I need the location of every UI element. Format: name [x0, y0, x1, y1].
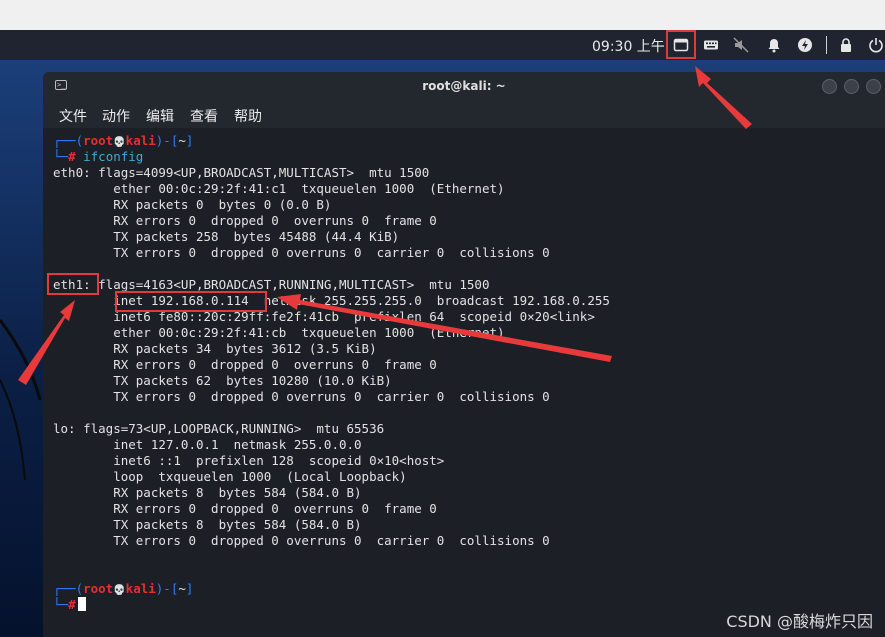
bell-icon[interactable] [764, 35, 784, 55]
menu-bar: 文件 动作 编辑 查看 帮助 [43, 100, 885, 128]
menu-edit[interactable]: 编辑 [146, 106, 174, 126]
output-line: TX errors 0 dropped 0 overruns 0 carrier… [53, 533, 550, 548]
command-line: └─# ifconfig [53, 149, 144, 164]
terminal-window[interactable]: >_ root@kali: ~ 文件 动作 编辑 查看 帮助 ┌──(root💀… [43, 72, 885, 637]
output-line: TX errors 0 dropped 0 overruns 0 carrier… [53, 245, 550, 260]
output-line: RX errors 0 dropped 0 overruns 0 frame 0 [53, 501, 437, 516]
highlight-terminal-icon [666, 30, 696, 59]
output-line: inet6 ::1 prefixlen 128 scopeid 0×10<hos… [53, 453, 445, 468]
output-line: RX packets 8 bytes 584 (584.0 B) [53, 485, 362, 500]
output-line: RX errors 0 dropped 0 overruns 0 frame 0 [53, 213, 437, 228]
output-line: loop txqueuelen 1000 (Local Loopback) [53, 469, 407, 484]
output-line: TX errors 0 dropped 0 overruns 0 carrier… [53, 389, 550, 404]
panel-separator [826, 36, 827, 54]
output-line: RX packets 34 bytes 3612 (3.5 KiB) [53, 341, 377, 356]
minimize-button[interactable] [822, 79, 837, 94]
power-manager-icon[interactable] [795, 35, 815, 55]
power-icon[interactable] [866, 35, 885, 55]
skull-icon: 💀 [113, 137, 126, 148]
highlight-eth1 [47, 273, 99, 295]
command-output: eth0: flags=4099<UP,BROADCAST,MULTICAST>… [53, 165, 883, 581]
prompt-line: ┌──(root💀kali)-[~] [53, 581, 194, 596]
mute-icon[interactable] [731, 35, 751, 55]
text-cursor [77, 597, 86, 611]
menu-view[interactable]: 查看 [190, 106, 218, 126]
close-button[interactable] [866, 79, 881, 94]
output-line: ether 00:0c:29:2f:41:cb txqueuelen 1000 … [53, 325, 505, 340]
window-title: root@kali: ~ [422, 79, 506, 93]
clock[interactable]: 09:30 上午 [592, 36, 665, 56]
output-line: RX packets 0 bytes 0 (0.0 B) [53, 197, 332, 212]
output-line: TX packets 8 bytes 584 (584.0 B) [53, 517, 362, 532]
output-line: TX packets 62 bytes 10280 (10.0 KiB) [53, 373, 392, 388]
output-line: eth0: flags=4099<UP,BROADCAST,MULTICAST>… [53, 165, 430, 180]
top-panel: 09:30 上午 [0, 30, 885, 60]
skull-icon: 💀 [113, 585, 126, 596]
terminal-output[interactable]: ┌──(root💀kali)-[~] └─# ifconfig eth0: fl… [53, 133, 883, 613]
keyboard-icon[interactable] [701, 35, 721, 55]
menu-file[interactable]: 文件 [59, 106, 87, 126]
highlight-inet-address [115, 291, 267, 312]
prompt-line: ┌──(root💀kali)-[~] [53, 133, 194, 148]
lock-icon[interactable] [836, 35, 856, 55]
browser-top-strip [0, 0, 885, 30]
menu-help[interactable]: 帮助 [234, 106, 262, 126]
menu-action[interactable]: 动作 [102, 106, 130, 126]
output-line: inet 127.0.0.1 netmask 255.0.0.0 [53, 437, 362, 452]
output-line: lo: flags=73<UP,LOOPBACK,RUNNING> mtu 65… [53, 421, 385, 436]
maximize-button[interactable] [844, 79, 859, 94]
output-line: ether 00:0c:29:2f:41:c1 txqueuelen 1000 … [53, 181, 505, 196]
output-line: RX errors 0 dropped 0 overruns 0 frame 0 [53, 357, 437, 372]
watermark: CSDN @酸梅炸只因 [726, 612, 873, 631]
output-line: TX packets 258 bytes 45488 (44.4 KiB) [53, 229, 400, 244]
terminal-titlebar[interactable]: >_ root@kali: ~ [43, 72, 885, 100]
